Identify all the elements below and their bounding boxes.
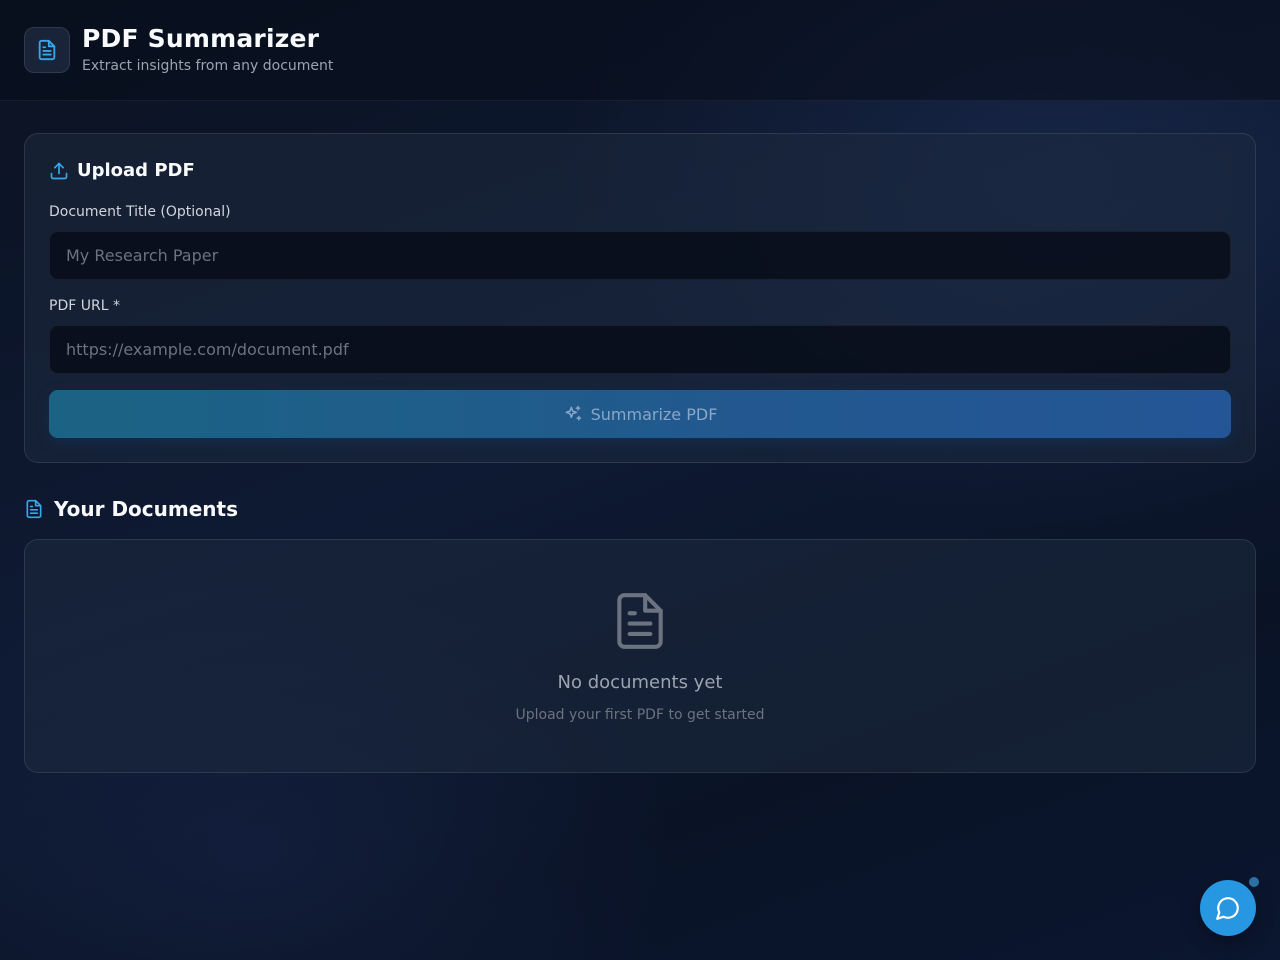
app-title: PDF Summarizer xyxy=(82,24,320,53)
chat-bubble-icon xyxy=(1216,897,1239,920)
app-subtitle: Extract insights from any document xyxy=(82,58,334,74)
documents-card: No documents yet Upload your first PDF t… xyxy=(24,539,1256,773)
upload-card: Upload PDF Document Title (Optional) PDF… xyxy=(24,133,1256,463)
app-logo xyxy=(24,27,70,73)
empty-file-icon xyxy=(617,593,663,649)
summarize-pdf-button[interactable]: Summarize PDF xyxy=(49,390,1231,438)
documents-heading-label: Your Documents xyxy=(54,497,238,521)
chat-notification-dot xyxy=(1248,876,1260,888)
empty-state-subtitle: Upload your first PDF to get started xyxy=(515,707,765,723)
document-title-input[interactable] xyxy=(49,231,1231,280)
empty-state: No documents yet Upload your first PDF t… xyxy=(25,590,1255,723)
chat-button[interactable] xyxy=(1200,880,1256,936)
summarize-pdf-label: Summarize PDF xyxy=(590,404,718,424)
file-text-icon xyxy=(26,499,42,519)
empty-state-title: No documents yet xyxy=(557,672,723,693)
sparkles-icon xyxy=(565,405,581,421)
document-title-label: Document Title (Optional) xyxy=(49,204,231,220)
app-header: PDF Summarizer Extract insights from any… xyxy=(0,0,1280,101)
upload-icon xyxy=(50,162,68,179)
file-text-icon xyxy=(38,39,56,61)
documents-heading: Your Documents xyxy=(24,497,238,521)
upload-heading: Upload PDF xyxy=(49,160,195,181)
upload-heading-label: Upload PDF xyxy=(77,160,195,181)
pdf-url-label: PDF URL * xyxy=(49,298,120,314)
pdf-url-input[interactable] xyxy=(49,325,1231,374)
